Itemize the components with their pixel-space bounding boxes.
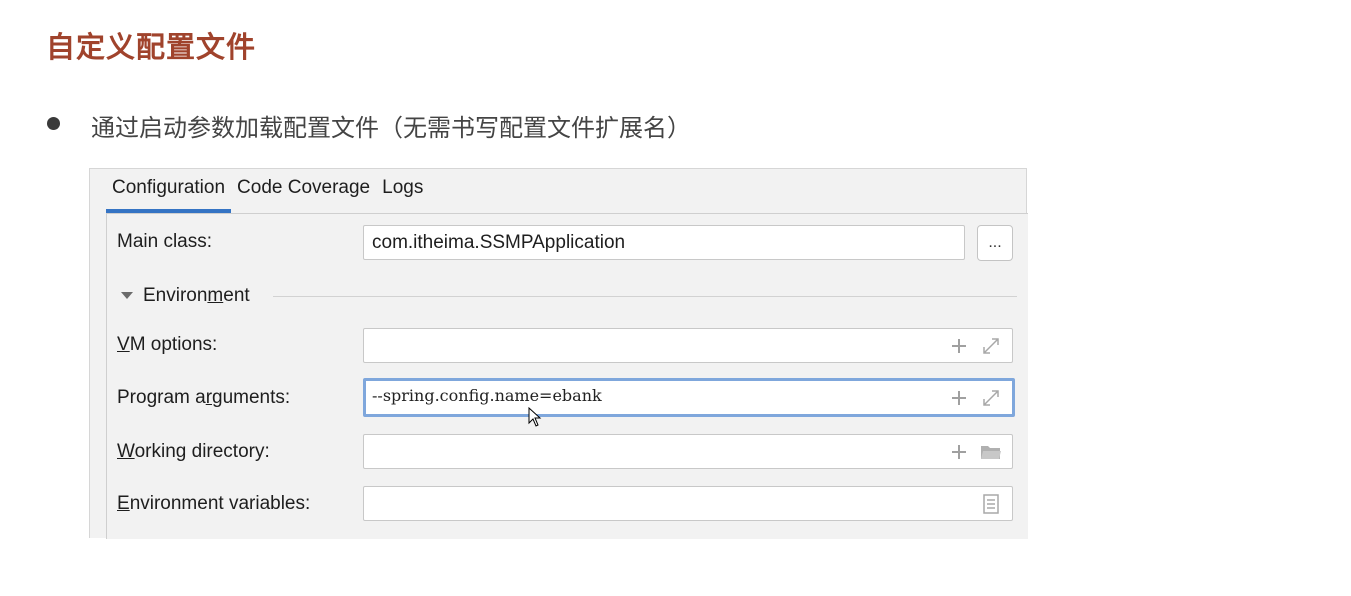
main-class-field[interactable]: com.itheima.SSMPApplication [363,225,965,260]
configuration-content: Main class: com.itheima.SSMPApplication … [106,213,1028,539]
triangle-down-icon [121,292,133,299]
working-directory-field[interactable] [363,434,1013,469]
bullet-dot-icon [47,117,60,130]
environment-section-label: Environment [143,285,250,306]
browse-main-class-button[interactable]: ... [977,225,1013,261]
section-divider [273,296,1017,297]
tab-code-coverage[interactable]: Code Coverage [231,169,376,213]
environment-variables-label: Environment variables: [117,493,311,514]
tab-logs[interactable]: Logs [376,169,429,213]
bullet-text: 通过启动参数加载配置文件（无需书写配置文件扩展名） [91,114,691,142]
run-configuration-panel: Configuration Code Coverage Logs Main cl… [89,168,1028,539]
expand-icon[interactable] [979,381,1003,414]
main-class-value: com.itheima.SSMPApplication [372,232,626,253]
slide-title: 自定义配置文件 [46,30,257,64]
working-directory-label: Working directory: [117,441,270,462]
environment-variables-field[interactable] [363,486,1013,521]
expand-icon[interactable] [979,329,1003,362]
environment-section-header[interactable]: Environment [121,284,250,308]
plus-icon[interactable] [948,381,970,414]
tab-configuration[interactable]: Configuration [106,169,232,213]
vm-options-field[interactable] [363,328,1013,363]
program-arguments-label: Program arguments: [117,387,291,408]
plus-icon[interactable] [948,329,970,362]
tab-bar: Configuration Code Coverage Logs [90,169,1026,213]
document-icon[interactable] [979,487,1003,520]
folder-icon[interactable] [978,435,1004,468]
plus-icon[interactable] [948,435,970,468]
program-arguments-value: --spring.config.name=ebank [372,386,602,405]
program-arguments-field[interactable]: --spring.config.name=ebank [363,378,1015,417]
main-class-label: Main class: [117,231,213,252]
mouse-cursor-icon [528,406,542,431]
vm-options-label: VM options: [117,334,218,355]
